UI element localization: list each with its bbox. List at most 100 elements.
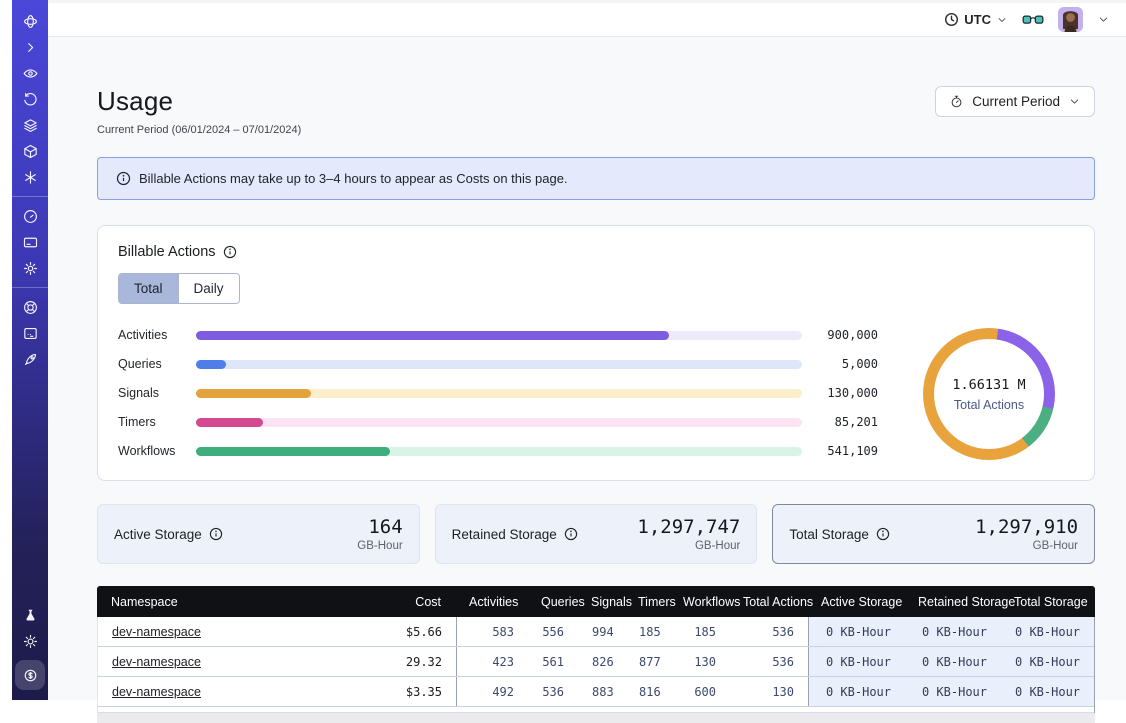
total-storage-label: Total Storage	[789, 527, 869, 542]
retained-storage-cell: 0 KB-Hour	[905, 647, 1001, 676]
total-storage-cell: 0 KB-Hour	[1001, 677, 1094, 706]
retained-storage-value: 1,297,747	[637, 516, 740, 538]
period-select-button[interactable]: Current Period	[935, 86, 1095, 117]
page-title: Usage	[97, 86, 301, 117]
total-storage-value: 1,297,910	[975, 516, 1078, 538]
total-actions-donut: 1.66131 M Total Actions	[923, 328, 1055, 460]
rocket-icon[interactable]	[15, 346, 45, 372]
table-row: dev-namespace 29.32 423 561 826 877 130 …	[98, 647, 1094, 677]
clock-icon	[944, 12, 959, 27]
col-retained-storage: Retained Storage	[904, 586, 1000, 617]
layers-icon[interactable]	[15, 112, 45, 138]
info-icon	[116, 171, 131, 186]
col-timers: Timers	[624, 586, 669, 617]
queries-cell: 561	[528, 647, 578, 676]
bar-row-queries: Queries 5,000	[118, 357, 878, 371]
labs-flask-icon[interactable]	[15, 602, 45, 628]
chevron-down-icon	[1068, 95, 1081, 108]
banner-text: Billable Actions may take up to 3–4 hour…	[139, 171, 568, 186]
bar-label: Activities	[118, 328, 184, 342]
app-sidebar	[12, 0, 48, 700]
timers-cell: 185	[625, 617, 670, 646]
sidebar-divider	[12, 196, 48, 197]
namespace-usage-table: Namespace Cost Activities Queries Signal…	[97, 586, 1095, 723]
bar-row-workflows: Workflows 541,109	[118, 444, 878, 458]
current-period-subtitle: Current Period (06/01/2024 – 07/01/2024)	[97, 124, 301, 136]
namespace-link[interactable]: dev-namespace	[112, 625, 201, 639]
cost-cell: $5.66	[378, 617, 456, 646]
tab-total[interactable]: Total	[119, 274, 178, 303]
billable-actions-banner: Billable Actions may take up to 3–4 hour…	[97, 157, 1095, 200]
signals-cell: 826	[578, 647, 625, 676]
bar-label: Timers	[118, 415, 184, 429]
temporal-logo-icon[interactable]	[15, 8, 45, 34]
cost-dollar-icon[interactable]	[15, 660, 45, 690]
page-content: Usage Current Period (06/01/2024 – 07/01…	[48, 37, 1126, 723]
total-storage-cell: 0 KB-Hour	[1001, 647, 1094, 676]
bar-row-activities: Activities 900,000	[118, 328, 878, 342]
total-actions-cell: 536	[730, 617, 808, 646]
bar-row-signals: Signals 130,000	[118, 386, 878, 400]
namespace-link[interactable]: dev-namespace	[112, 685, 201, 699]
page-bottom-strip	[97, 713, 1095, 723]
col-total-storage: Total Storage	[1000, 586, 1102, 617]
bar-value: 5,000	[816, 357, 878, 371]
info-icon[interactable]	[223, 245, 237, 259]
account-menu-chevron[interactable]	[1097, 13, 1110, 26]
asterisk-icon[interactable]	[15, 164, 45, 190]
settings-gear-icon[interactable]	[15, 255, 45, 281]
collapse-chevron-icon[interactable]	[15, 34, 45, 60]
col-active-storage: Active Storage	[807, 586, 904, 617]
cost-cell: 29.32	[378, 647, 456, 676]
tab-daily[interactable]: Daily	[178, 274, 239, 303]
total-storage-card: Total Storage 1,297,910 GB-Hour	[772, 504, 1095, 564]
col-namespace: Namespace	[97, 586, 377, 617]
feedback-console-icon[interactable]	[15, 320, 45, 346]
active-storage-value: 164	[357, 516, 402, 538]
workflows-cell: 130	[670, 647, 730, 676]
top-bar: UTC	[48, 3, 1126, 37]
namespace-link[interactable]: dev-namespace	[112, 655, 201, 669]
bar-value: 130,000	[816, 386, 878, 400]
stopwatch-icon	[949, 94, 964, 109]
user-avatar[interactable]	[1058, 7, 1083, 32]
bar-label: Signals	[118, 386, 184, 400]
activities-cell: 583	[456, 617, 528, 646]
billing-card-icon[interactable]	[15, 229, 45, 255]
cost-cell: $3.35	[378, 677, 456, 706]
total-storage-cell: 0 KB-Hour	[1001, 617, 1094, 646]
active-storage-cell: 0 KB-Hour	[808, 677, 905, 706]
active-storage-card: Active Storage 164 GB-Hour	[97, 504, 420, 564]
history-icon[interactable]	[15, 86, 45, 112]
bar-row-timers: Timers 85,201	[118, 415, 878, 429]
support-lifebuoy-icon[interactable]	[15, 294, 45, 320]
cube-icon[interactable]	[15, 138, 45, 164]
total-actions-value: 1.66131 M	[952, 377, 1025, 393]
usage-gauge-icon[interactable]	[15, 203, 45, 229]
col-queries: Queries	[527, 586, 577, 617]
col-total-actions: Total Actions	[729, 586, 807, 617]
queries-cell: 556	[528, 617, 578, 646]
storage-unit: GB-Hour	[975, 540, 1078, 552]
glasses-icon[interactable]	[1022, 13, 1044, 27]
col-signals: Signals	[577, 586, 624, 617]
namespaces-icon[interactable]	[15, 60, 45, 86]
queries-bar	[196, 360, 226, 369]
total-actions-label: Total Actions	[954, 398, 1024, 412]
info-icon[interactable]	[876, 527, 890, 541]
signals-cell: 883	[578, 677, 625, 706]
table-row: dev-namespace $5.66 583 556 994 185 185 …	[98, 617, 1094, 647]
timezone-selector[interactable]: UTC	[944, 12, 1008, 27]
chevron-down-icon	[996, 14, 1008, 26]
info-icon[interactable]	[209, 527, 223, 541]
activities-bar	[196, 331, 669, 340]
workflows-cell: 185	[670, 617, 730, 646]
total-actions-cell: 536	[730, 647, 808, 676]
period-select-label: Current Period	[972, 94, 1060, 109]
timers-cell: 877	[625, 647, 670, 676]
theme-sun-icon[interactable]	[15, 628, 45, 654]
signals-cell: 994	[578, 617, 625, 646]
info-icon[interactable]	[564, 527, 578, 541]
table-header-row: Namespace Cost Activities Queries Signal…	[97, 586, 1095, 617]
bar-label: Workflows	[118, 444, 184, 458]
